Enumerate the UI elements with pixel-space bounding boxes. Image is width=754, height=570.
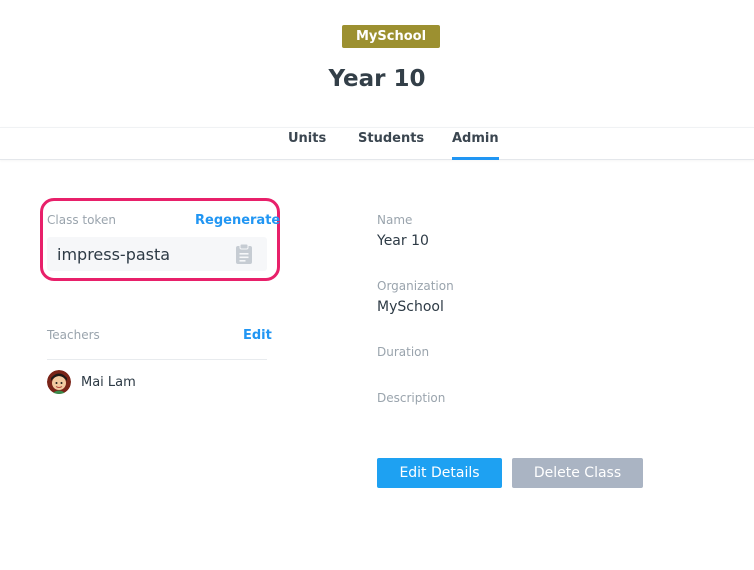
edit-teachers-link[interactable]: Edit (243, 328, 272, 343)
tab-units[interactable]: Units (288, 128, 326, 160)
name-value: Year 10 (377, 233, 429, 249)
description-label: Description (377, 391, 446, 405)
teachers-divider (47, 359, 267, 360)
delete-class-button[interactable]: Delete Class (512, 458, 643, 488)
teacher-name: Mai Lam (81, 375, 136, 390)
tab-students[interactable]: Students (358, 128, 424, 160)
class-token-label: Class token (47, 213, 116, 227)
tab-bar: Units Students Admin (0, 127, 754, 160)
teachers-label: Teachers (47, 328, 100, 342)
class-token-field: impress-pasta (47, 237, 267, 271)
organization-value: MySchool (377, 299, 444, 315)
tab-admin[interactable]: Admin (452, 128, 499, 160)
class-token-value: impress-pasta (57, 245, 171, 264)
organization-label: Organization (377, 279, 454, 293)
avatar-icon (47, 370, 71, 394)
name-label: Name (377, 213, 413, 227)
regenerate-token-link[interactable]: Regenerate (195, 213, 280, 228)
duration-label: Duration (377, 345, 430, 359)
organization-badge: MySchool (342, 25, 440, 48)
page-title: Year 10 (328, 66, 426, 92)
class-header: MySchool Year 10 Units Students Admin (0, 0, 754, 160)
clipboard-icon[interactable] (235, 243, 253, 265)
edit-details-button[interactable]: Edit Details (377, 458, 502, 488)
